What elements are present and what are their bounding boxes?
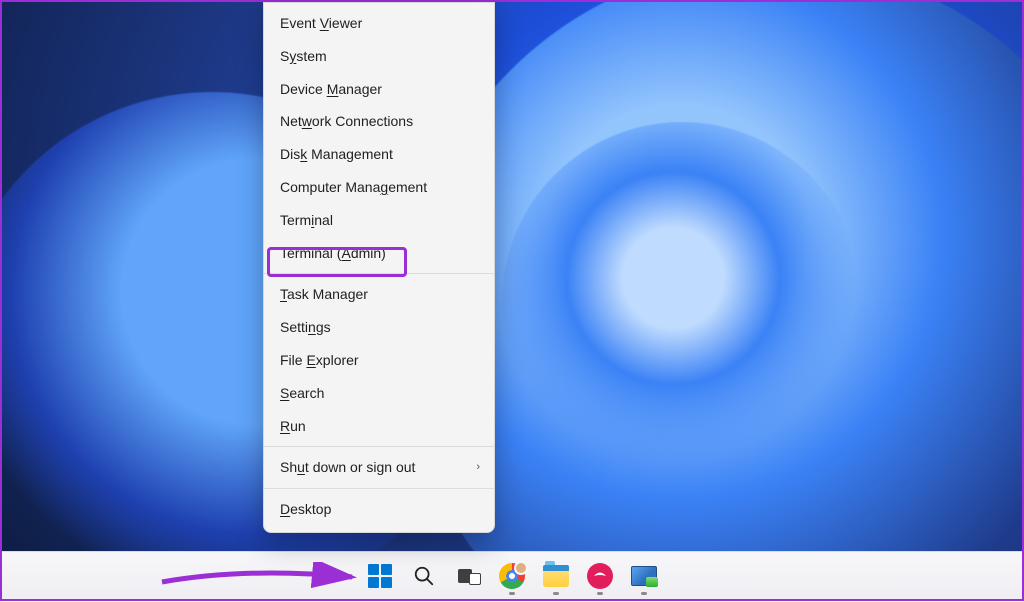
menu-item-file-explorer[interactable]: File Explorer [264,344,494,377]
chevron-right-icon: › [476,461,480,474]
menu-item-network-connections[interactable]: Network Connections [264,105,494,138]
menu-item-disk-management[interactable]: Disk Management [264,138,494,171]
taskbar-control-panel[interactable] [623,555,665,597]
menu-item-run[interactable]: Run [264,410,494,443]
menu-item-label: Desktop [280,501,331,518]
taskbar [2,551,1022,599]
winx-context-menu: Event Viewer System Device Manager Network … [263,2,495,533]
menu-item-label: Device Manager [280,81,382,98]
menu-item-label: Computer Management [280,179,427,196]
menu-item-label: Network Connections [280,113,413,130]
menu-item-label: Settings [280,319,331,336]
taskbar-pink-app[interactable] [579,555,621,597]
taskbar-chrome[interactable] [491,555,533,597]
menu-item-label: Terminal (Admin) [280,245,386,262]
menu-item-terminal-admin[interactable]: Terminal (Admin) [264,237,494,270]
menu-item-label: Terminal [280,212,333,229]
menu-divider [264,488,494,489]
profile-badge-icon [514,561,528,575]
menu-item-label: Task Manager [280,286,368,303]
chrome-icon [499,563,525,589]
menu-item-settings[interactable]: Settings [264,311,494,344]
running-indicator [597,592,603,595]
menu-item-label: System [280,48,327,65]
running-indicator [641,592,647,595]
menu-item-label: Search [280,385,324,402]
desktop-wallpaper [2,2,1022,599]
menu-item-label: Disk Management [280,146,393,163]
menu-item-label: File Explorer [280,352,359,369]
start-button[interactable] [359,555,401,597]
taskbar-search[interactable] [403,555,445,597]
control-panel-icon [631,566,657,586]
windows-logo-icon [368,564,392,588]
menu-item-label: Event Viewer [280,15,362,32]
running-indicator [509,592,515,595]
menu-item-terminal[interactable]: Terminal [264,204,494,237]
search-icon [413,565,435,587]
menu-item-desktop[interactable]: Desktop [264,493,494,526]
menu-item-shutdown[interactable]: Shut down or sign out › [264,451,494,484]
menu-item-task-manager[interactable]: Task Manager [264,278,494,311]
pink-app-icon [587,563,613,589]
task-view-icon [458,568,478,584]
menu-item-system[interactable]: System [264,40,494,73]
folder-icon [543,565,569,587]
running-indicator [553,592,559,595]
menu-divider [264,446,494,447]
menu-item-label: Run [280,418,306,435]
menu-item-computer-management[interactable]: Computer Management [264,171,494,204]
menu-item-label: Shut down or sign out [280,459,415,476]
menu-divider [264,273,494,274]
menu-item-event-viewer[interactable]: Event Viewer [264,7,494,40]
menu-item-search[interactable]: Search [264,377,494,410]
taskbar-task-view[interactable] [447,555,489,597]
menu-item-device-manager[interactable]: Device Manager [264,73,494,106]
taskbar-file-explorer[interactable] [535,555,577,597]
